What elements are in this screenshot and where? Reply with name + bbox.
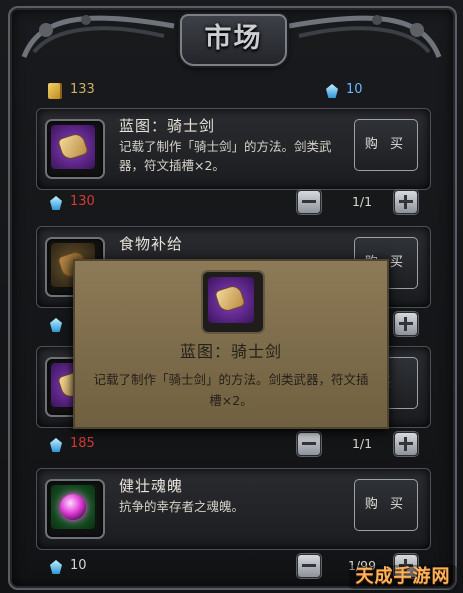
item-tooltip: 蓝图：骑士剑 记载了制作「骑士剑」的方法。剑类武器，符文插槽×2。 xyxy=(73,259,389,429)
gem-icon xyxy=(326,84,338,98)
increase-quantity-button[interactable] xyxy=(394,432,418,456)
item-card-blueprint: 蓝图：骑士剑 记载了制作「骑士剑」的方法。剑类武器，符文插槽×2。 购 买 xyxy=(36,108,431,190)
increase-quantity-button[interactable] xyxy=(394,312,418,336)
market-window: 市场 133 10 蓝图：骑士剑 记载了制作「骑士剑」的方法。剑类武器，符文插槽… xyxy=(0,0,463,593)
soul-orb-icon xyxy=(60,494,86,520)
gem-amount: 10 xyxy=(346,82,363,97)
item-name: 健壮魂魄 xyxy=(119,477,184,495)
tooltip-item-slot xyxy=(201,270,265,334)
gem-icon xyxy=(50,318,62,332)
item-price: 130 xyxy=(70,194,95,209)
increase-quantity-button[interactable] xyxy=(394,190,418,214)
decrease-quantity-button[interactable] xyxy=(297,554,321,578)
buy-button[interactable]: 购 买 xyxy=(354,119,418,171)
decrease-quantity-button[interactable] xyxy=(297,432,321,456)
decrease-quantity-button[interactable] xyxy=(297,190,321,214)
buy-button[interactable]: 购 买 xyxy=(354,479,418,531)
quantity-display: 1/1 xyxy=(351,436,373,451)
item-price: 185 xyxy=(70,436,95,451)
watermark-text: 天成手游网 xyxy=(355,566,451,587)
item-name: 食物补给 xyxy=(119,235,184,253)
price-row: 185 1/1 xyxy=(42,432,426,458)
item-slot xyxy=(45,479,105,539)
currency-bar: 133 10 xyxy=(38,80,428,102)
watermark-logo: 天成手游网 xyxy=(349,565,457,589)
item-name: 蓝图：骑士剑 xyxy=(119,117,216,135)
ornament-right-icon xyxy=(288,15,442,58)
item-card-soul: 健壮魂魄 抗争的幸存者之魂魄。 购 买 xyxy=(36,468,431,550)
item-price: 10 xyxy=(70,558,87,573)
item-description: 抗争的幸存者之魂魄。 xyxy=(119,499,245,514)
tooltip-item-name: 蓝图：骑士剑 xyxy=(179,342,282,361)
gold-amount: 133 xyxy=(70,82,95,97)
quantity-display: 1/1 xyxy=(351,194,373,209)
item-slot xyxy=(45,119,105,179)
price-row: 130 1/1 xyxy=(42,190,426,216)
ornament-left-icon xyxy=(21,15,175,58)
blueprint-scroll-icon xyxy=(58,132,88,161)
blueprint-scroll-icon xyxy=(215,284,245,313)
gem-icon xyxy=(50,196,62,210)
item-description: 记载了制作「骑士剑」的方法。剑类武器，符文插槽×2。 xyxy=(119,139,332,173)
gem-icon xyxy=(50,560,62,574)
gold-icon xyxy=(48,83,62,99)
gem-icon xyxy=(50,438,62,452)
title-plate: 市场 xyxy=(180,14,287,66)
tooltip-item-description: 记载了制作「骑士剑」的方法。剑类武器，符文插槽×2。 xyxy=(93,372,369,408)
window-title: 市场 xyxy=(204,23,263,54)
